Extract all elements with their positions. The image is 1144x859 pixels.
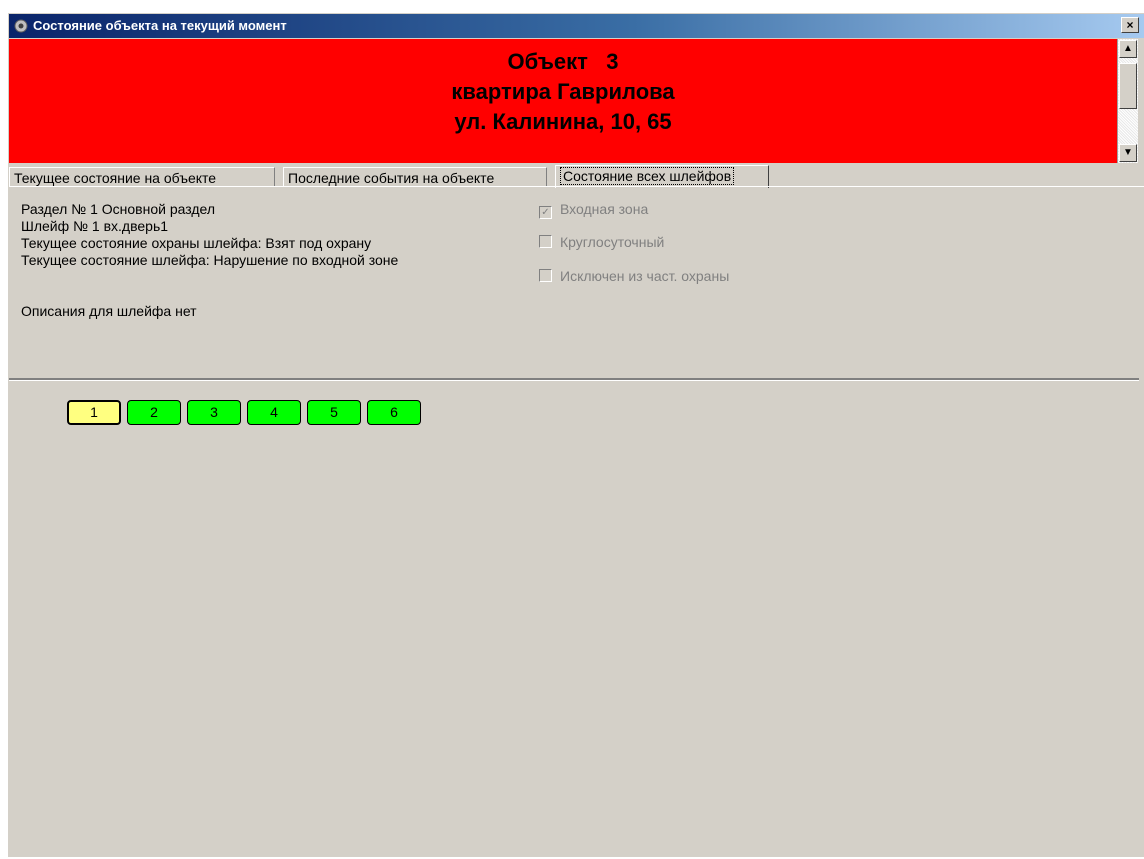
object-state-window: Состояние объекта на текущий момент × Об… <box>8 13 1144 857</box>
checkbox-entry-zone[interactable]: ✓ Входная зона <box>539 201 649 219</box>
object-address: ул. Калинина, 10, 65 <box>454 109 672 134</box>
loop-state: Текущее состояние шлейфа: Нарушение по в… <box>21 252 399 268</box>
checkbox-24h-box[interactable] <box>539 235 552 248</box>
object-name: квартира Гаврилова <box>451 79 675 104</box>
tab-current-state-label: Текущее состояние на объекте <box>14 170 217 186</box>
close-button[interactable]: × <box>1121 17 1139 33</box>
loop-button-1[interactable]: 1 <box>67 400 121 425</box>
loop-button-4[interactable]: 4 <box>247 400 301 425</box>
tab-divider <box>9 186 1144 187</box>
loop-button-3[interactable]: 3 <box>187 400 241 425</box>
tab-current-state[interactable]: Текущее состояние на объекте <box>9 167 275 187</box>
header-scrollbar[interactable]: ▲ ▼ <box>1117 39 1138 163</box>
object-number: Объект 3 <box>507 49 619 74</box>
checkbox-excluded-partial-box[interactable] <box>539 269 552 282</box>
loop-info-panel: Раздел № 1 Основной раздел Шлейф № 1 вх.… <box>9 188 1139 380</box>
guard-state: Текущее состояние охраны шлейфа: Взят по… <box>21 235 372 251</box>
window-title: Состояние объекта на текущий момент <box>33 18 287 33</box>
scroll-thumb[interactable] <box>1119 63 1137 109</box>
checkbox-excluded-partial[interactable]: Исключен из част. охраны <box>539 268 729 285</box>
title-bar[interactable]: Состояние объекта на текущий момент × <box>9 14 1144 38</box>
scroll-up-button[interactable]: ▲ <box>1119 40 1137 58</box>
tab-all-loops[interactable]: Состояние всех шлейфов <box>555 165 769 188</box>
checkbox-entry-zone-box[interactable]: ✓ <box>539 206 552 219</box>
checkbox-excluded-partial-label: Исключен из част. охраны <box>560 268 730 284</box>
checkbox-24h-label: Круглосуточный <box>560 234 665 250</box>
checkbox-24h[interactable]: Круглосуточный <box>539 234 664 251</box>
section-info: Раздел № 1 Основной раздел <box>21 201 216 217</box>
loop-button-6[interactable]: 6 <box>367 400 421 425</box>
loop-button-5[interactable]: 5 <box>307 400 361 425</box>
loop-description: Описания для шлейфа нет <box>21 303 197 319</box>
loop-button-2[interactable]: 2 <box>127 400 181 425</box>
app-icon <box>14 19 28 33</box>
tab-strip: Текущее состояние на объекте Последние с… <box>9 165 1144 188</box>
tab-all-loops-label: Состояние всех шлейфов <box>560 167 735 185</box>
tab-recent-events-label: Последние события на объекте <box>288 170 495 186</box>
tab-recent-events[interactable]: Последние события на объекте <box>283 167 547 187</box>
loops-panel: 1 2 3 4 5 6 <box>9 380 1139 859</box>
object-header: Объект 3 квартира Гаврилова ул. Калинина… <box>9 39 1117 163</box>
checkbox-entry-zone-label: Входная зона <box>560 201 649 217</box>
scroll-down-button[interactable]: ▼ <box>1119 144 1137 162</box>
loop-info: Шлейф № 1 вх.дверь1 <box>21 218 169 234</box>
